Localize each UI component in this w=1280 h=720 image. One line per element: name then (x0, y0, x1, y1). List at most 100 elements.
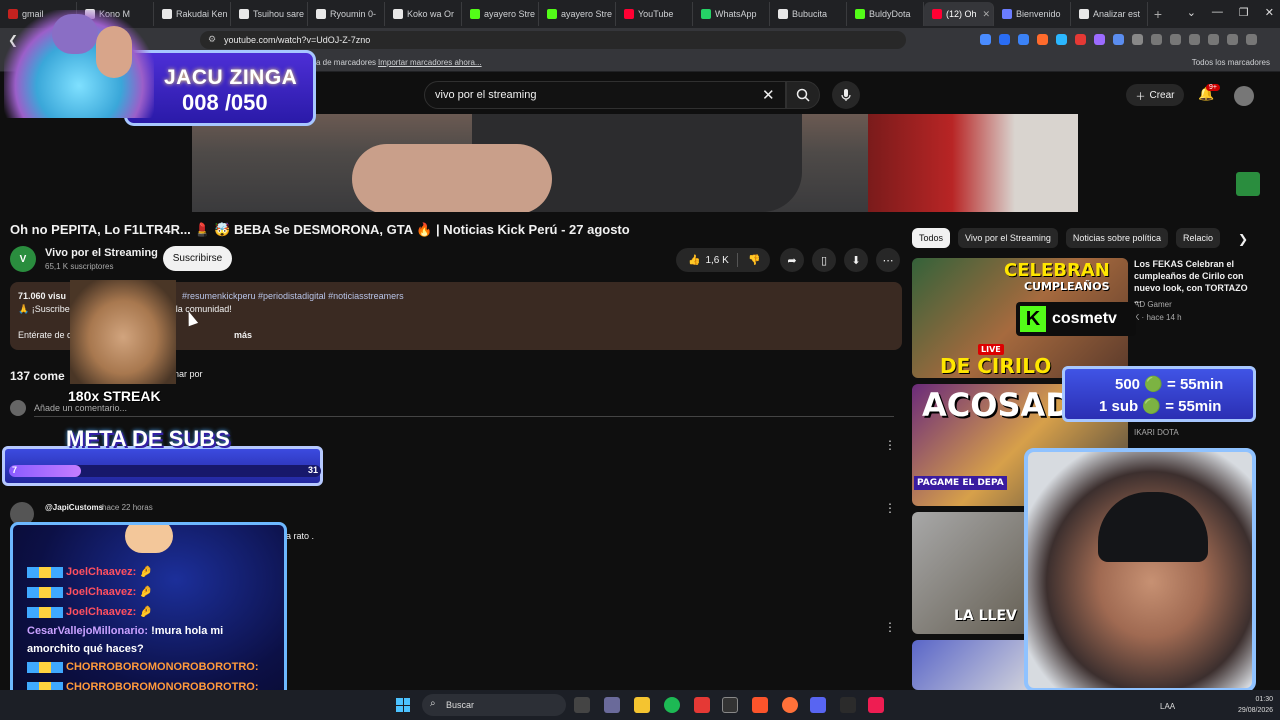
channel-watermark-icon[interactable] (1236, 172, 1260, 196)
search-input[interactable]: vivo por el streaming (424, 81, 786, 109)
sort-comments-button[interactable]: nar por (174, 369, 203, 379)
extension-icon[interactable] (1075, 34, 1086, 45)
share-icon[interactable] (1151, 34, 1162, 45)
save-button[interactable]: ▯ (812, 248, 836, 272)
all-bookmarks-button[interactable]: Todos los marcadores (1192, 58, 1270, 67)
browser-tab[interactable]: WhatsApp (693, 2, 770, 26)
chat-message: JoelChaavez: 🤌 (27, 585, 153, 598)
clear-search-icon[interactable]: ✕ (762, 86, 775, 104)
browser-tab[interactable]: Analizar est (1071, 2, 1148, 26)
search-icon: ⌕ (430, 698, 436, 709)
extension-icon[interactable] (980, 34, 991, 45)
thumbnail-text: ACOSAD (922, 386, 1072, 424)
comment-input[interactable]: Añade un comentario... (34, 403, 894, 417)
kick-logo-icon: K (1020, 306, 1046, 332)
extension-icon[interactable] (1037, 34, 1048, 45)
dislike-button[interactable]: 👎 (738, 255, 760, 266)
close-window-icon[interactable]: ✕ (1265, 6, 1274, 19)
tiktok-icon[interactable] (868, 697, 884, 713)
comment-menu-icon[interactable]: ⋮ (884, 438, 896, 452)
tab-favicon-icon (316, 9, 326, 19)
system-clock[interactable]: 01:30 29/08/2026 (1238, 694, 1273, 716)
sidebar-icon[interactable] (1170, 34, 1181, 45)
brave-icon[interactable] (752, 697, 768, 713)
download-button[interactable]: ⬇ (844, 248, 868, 272)
browser-tab[interactable]: YouTube (616, 2, 693, 26)
chat-text: 🤌 (136, 606, 154, 618)
subscribe-button[interactable]: Suscribirse (163, 246, 232, 271)
recommended-video-channel[interactable]: IKARI DOTA (1134, 428, 1179, 437)
tab-favicon-icon (1079, 9, 1089, 19)
browser-tab[interactable]: (12) Oh ✕ (924, 2, 994, 26)
browser-tab[interactable]: Bienvenido (994, 2, 1071, 26)
filter-chip[interactable]: Todos (912, 228, 951, 248)
recommended-video-title[interactable]: Los FEKAS Celebran el cumpleaños de Ciri… (1134, 258, 1254, 306)
browser-tab[interactable]: Koko wa Or (385, 2, 462, 26)
channel-name[interactable]: Vivo por el Streaming (45, 247, 158, 259)
discord-icon[interactable] (810, 697, 826, 713)
extension-icon[interactable] (1113, 34, 1124, 45)
taskbar-search-placeholder: Buscar (446, 700, 475, 710)
taskbar-search[interactable]: ⌕ Buscar (422, 694, 566, 716)
search-button[interactable] (786, 81, 820, 109)
like-button[interactable]: 👍 1,6 K (676, 253, 738, 267)
puzzle-icon[interactable] (1132, 34, 1143, 45)
video-player[interactable] (192, 114, 1078, 212)
comment-author[interactable]: @JapiCustoms (45, 503, 103, 512)
minimize-icon[interactable]: — (1212, 6, 1223, 19)
hashtags[interactable]: #resumenkickperu #periodistadigital #not… (182, 291, 404, 301)
obs-icon[interactable] (722, 697, 738, 713)
extension-icon[interactable] (1094, 34, 1105, 45)
extension-icon[interactable] (1018, 34, 1029, 45)
chevron-right-icon[interactable]: ❯ (1238, 232, 1248, 246)
channel-avatar[interactable]: V (10, 246, 36, 272)
file-explorer-icon[interactable] (634, 697, 650, 713)
share-button[interactable]: ➦ (780, 248, 804, 272)
task-view-icon[interactable] (574, 697, 590, 713)
menu-icon[interactable] (1246, 34, 1257, 45)
comment-menu-icon[interactable]: ⋮ (884, 620, 896, 634)
plus-icon: ＋ (1135, 91, 1146, 103)
tab-search-icon[interactable]: ⌄ (1187, 6, 1196, 19)
spotify-icon[interactable] (664, 697, 680, 713)
new-tab-button[interactable]: + (1148, 6, 1168, 22)
restore-icon[interactable]: ❐ (1239, 6, 1249, 19)
wallet-icon[interactable] (1189, 34, 1200, 45)
comment-timestamp[interactable]: hace 22 horas (102, 503, 153, 512)
show-more-link[interactable]: más (234, 330, 252, 340)
leo-icon[interactable] (1208, 34, 1219, 45)
voice-search-button[interactable] (832, 81, 860, 109)
app-icon[interactable] (604, 697, 620, 713)
browser-tab[interactable]: BuldyDota (847, 2, 924, 26)
close-tab-icon[interactable]: ✕ (983, 9, 991, 20)
extension-icon[interactable] (1056, 34, 1067, 45)
avatar[interactable] (1234, 86, 1254, 106)
browser-tab[interactable]: Bubucita (770, 2, 847, 26)
chat-message: JoelChaavez: 🤌 (27, 605, 153, 618)
browser-tab[interactable]: Ryoumin 0- (308, 2, 385, 26)
filter-chip[interactable]: Vivo por el Streaming (958, 228, 1058, 248)
more-actions-button[interactable]: ⋯ (876, 248, 900, 272)
comment-menu-icon[interactable]: ⋮ (884, 501, 896, 515)
app-icon[interactable] (840, 697, 856, 713)
extension-icon[interactable] (999, 34, 1010, 45)
create-button[interactable]: ＋ Crear (1126, 84, 1184, 106)
recommended-video-channel[interactable]: AD Gamer (1134, 300, 1172, 309)
firefox-icon[interactable] (782, 697, 798, 713)
tab-favicon-icon (624, 9, 634, 19)
tab-label: Bienvenido (1016, 9, 1061, 19)
vpn-icon[interactable] (1227, 34, 1238, 45)
filter-chip[interactable]: Noticias sobre política (1065, 228, 1168, 248)
app-icon[interactable] (694, 697, 710, 713)
overlay-counter: 008 /050 (182, 90, 268, 115)
clock-time: 01:30 (1255, 696, 1274, 703)
filter-chip[interactable]: Relacio (1175, 228, 1220, 248)
windows-start-icon[interactable] (396, 698, 410, 712)
browser-tab[interactable]: ayayero Stre (462, 2, 539, 26)
clock-date: 29/08/2026 (1238, 707, 1274, 714)
import-bookmarks-link[interactable]: Importar marcadores ahora... (378, 58, 482, 67)
chat-badge-icon (27, 606, 63, 618)
keyboard-language[interactable]: LAA (1160, 702, 1175, 711)
chat-badge-icon (27, 586, 63, 598)
browser-tab[interactable]: ayayero Stre (539, 2, 616, 26)
